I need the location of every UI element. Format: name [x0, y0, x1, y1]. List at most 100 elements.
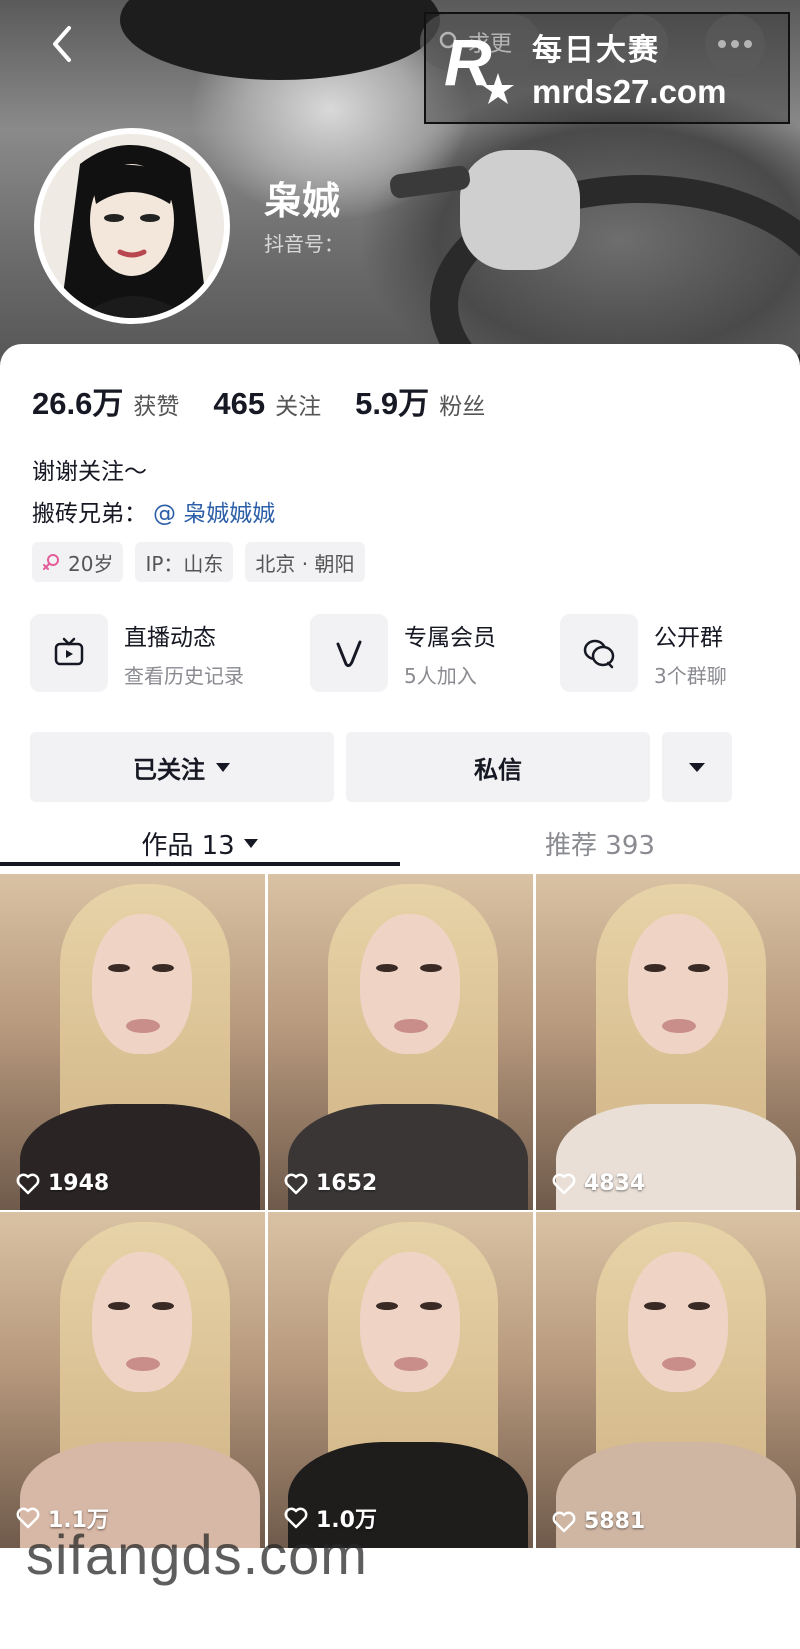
followed-button-label: 已关注	[133, 755, 205, 784]
thumbnail-art	[662, 1019, 696, 1033]
like-count-value: 1948	[48, 1171, 110, 1196]
location-tag: 北京 · 朝阳	[245, 542, 365, 582]
chevron-left-icon	[53, 26, 71, 62]
heart-icon	[552, 1511, 576, 1532]
bio-line-2: 搬砖兄弟： @ 枭娍娍娍	[32, 494, 275, 528]
avatar-illustration	[40, 134, 224, 318]
chat-icon	[583, 639, 615, 669]
ip-tag: IP：山东	[135, 542, 234, 582]
feature-group[interactable]: 公开群 3个群聊	[560, 614, 727, 692]
feature-live[interactable]: 直播动态 查看历史记录	[30, 614, 244, 692]
heart-icon	[16, 1173, 40, 1194]
feature-membership[interactable]: 专属会员 5人加入	[310, 614, 496, 692]
tab-recommend-label: 推荐 393	[545, 830, 655, 861]
like-count: 1652	[284, 1171, 377, 1196]
watermark-url: mrds27.com	[532, 73, 727, 110]
heart-icon	[284, 1173, 308, 1194]
like-count: 5881	[552, 1509, 645, 1534]
back-button[interactable]	[40, 22, 84, 66]
age-tag-label: 20岁	[68, 551, 114, 576]
douyin-id-label: 抖音号：	[264, 232, 344, 256]
site-watermark: sifangds.com	[26, 1523, 368, 1586]
tab-works-label: 作品 13	[141, 830, 235, 861]
like-count-value: 4834	[584, 1171, 646, 1196]
heart-icon	[552, 1173, 576, 1194]
tab-recommend[interactable]: 推荐 393	[400, 814, 800, 872]
profile-tags: 20岁 IP：山东 北京 · 朝阳	[32, 542, 365, 582]
thumbnail-art	[420, 1302, 442, 1310]
message-button-label: 私信	[474, 755, 522, 784]
watermark-title: 每日大赛	[532, 33, 660, 68]
thumbnail-art	[360, 914, 460, 1054]
svg-text:R: R	[444, 27, 492, 99]
feature-live-title: 直播动态	[124, 624, 216, 651]
thumbnail-art	[126, 1357, 160, 1371]
action-row: 已关注 私信	[30, 732, 770, 802]
mention-link[interactable]: @ 枭娍娍娍	[153, 501, 275, 527]
thumbnail-art	[688, 964, 710, 972]
thumbnail-art	[644, 964, 666, 972]
thumbnail-art	[688, 1302, 710, 1310]
watermark-overlay: R 每日大赛 mrds27.com	[424, 12, 790, 124]
stat-following-label: 关注	[275, 394, 322, 420]
thumbnail-art	[126, 1019, 160, 1033]
thumbnail-art	[394, 1019, 428, 1033]
banner-photo-lipstick	[388, 164, 472, 200]
more-actions-button[interactable]	[662, 732, 732, 802]
message-button[interactable]: 私信	[346, 732, 650, 802]
thumbnail-art	[108, 964, 130, 972]
like-count: 4834	[552, 1171, 645, 1196]
video-thumbnail[interactable]: 1652	[268, 874, 533, 1210]
video-thumbnail[interactable]: 1.1万	[0, 1212, 265, 1548]
like-count-value: 1652	[316, 1171, 378, 1196]
video-thumbnail[interactable]: 4834	[536, 874, 800, 1210]
video-thumbnail[interactable]: 1948	[0, 874, 265, 1210]
stat-followers[interactable]: 5.9万 粉丝	[355, 378, 485, 423]
display-name: 枭娍	[264, 179, 341, 223]
feature-group-sub: 3个群聊	[654, 663, 727, 688]
thumbnail-art	[662, 1357, 696, 1371]
video-thumbnail[interactable]: 5881	[536, 1212, 800, 1548]
tv-icon	[54, 637, 84, 666]
followed-button[interactable]: 已关注	[30, 732, 334, 802]
age-tag: 20岁	[32, 542, 124, 582]
video-thumbnail[interactable]: 1.0万	[268, 1212, 533, 1548]
stat-following[interactable]: 465 关注	[213, 386, 321, 422]
thumbnail-art	[628, 914, 728, 1054]
profile-sheet: 26.6万 获赞 465 关注 5.9万 粉丝 谢谢关注～ 搬砖兄弟： @ 枭娍娍…	[0, 344, 800, 1649]
feature-group-title: 公开群	[654, 624, 723, 651]
location-tag-label: 北京 · 朝阳	[255, 551, 355, 576]
caret-down-icon	[216, 763, 230, 772]
bio-line-1: 谢谢关注～	[32, 459, 147, 485]
thumbnail-art	[152, 964, 174, 972]
like-count-value: 5881	[584, 1509, 646, 1534]
stat-followers-value: 5.9万	[355, 386, 430, 421]
thumbnail-art	[108, 1302, 130, 1310]
thumbnail-art	[644, 1302, 666, 1310]
thumbnail-art	[394, 1357, 428, 1371]
thumbnail-art	[420, 964, 442, 972]
feature-membership-icon-box	[310, 614, 388, 692]
watermark-logo: R	[440, 25, 522, 109]
stat-followers-label: 粉丝	[439, 394, 486, 420]
stat-likes-value: 26.6万	[32, 386, 124, 421]
feature-live-icon-box	[30, 614, 108, 692]
v-icon	[336, 640, 362, 668]
feature-membership-sub: 5人加入	[404, 663, 477, 688]
feature-membership-title: 专属会员	[404, 624, 496, 651]
thumbnail-art	[152, 1302, 174, 1310]
stats-row: 26.6万 获赞 465 关注 5.9万 粉丝	[32, 378, 519, 423]
avatar[interactable]	[34, 128, 230, 324]
thumbnail-art	[92, 1252, 192, 1392]
thumbnail-art	[92, 914, 192, 1054]
stat-following-value: 465	[213, 386, 266, 421]
like-count: 1948	[16, 1171, 109, 1196]
thumbnail-art	[360, 1252, 460, 1392]
ip-tag-label: IP：山东	[145, 551, 224, 576]
stat-likes[interactable]: 26.6万 获赞	[32, 378, 179, 423]
female-icon	[43, 554, 59, 570]
thumbnail-art	[376, 1302, 398, 1310]
caret-down-icon	[243, 839, 258, 848]
bio-prefix: 搬砖兄弟：	[32, 501, 147, 527]
thumbnail-art	[376, 964, 398, 972]
